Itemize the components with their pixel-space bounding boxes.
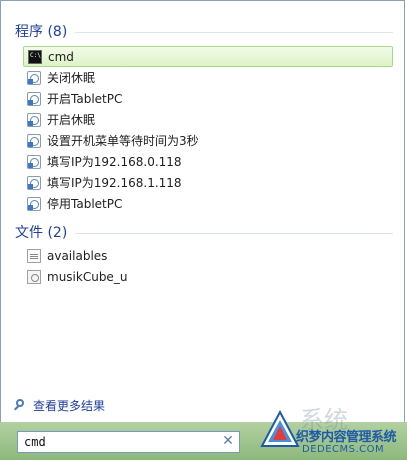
program-item-label: 开启休眠 — [47, 113, 96, 127]
search-icon — [13, 398, 27, 413]
files-title: 文件 (2) — [15, 225, 68, 241]
watermark-title: 织梦内容管理系统 — [296, 430, 397, 445]
program-item-enable-tabletpc[interactable]: 开启TabletPC — [23, 88, 393, 109]
shortcut-icon — [27, 112, 41, 127]
watermark-logo-icon — [260, 410, 300, 447]
file-item-musikcube[interactable]: musikCube_u — [23, 266, 393, 287]
file-item-label: availables — [47, 248, 108, 263]
watermark: 系统 织梦内容管理系统 DEDECMS.COM — [250, 400, 407, 460]
program-item-label: 设置开机菜单等待时间为3秒 — [47, 134, 199, 148]
program-item-boot-menu-wait[interactable]: 设置开机菜单等待时间为3秒 — [23, 130, 393, 151]
program-item-cmd[interactable]: cmd — [23, 46, 393, 67]
program-item-disable-tabletpc[interactable]: 停用TabletPC — [23, 193, 393, 214]
divider — [75, 31, 393, 33]
close-icon[interactable]: ✕ — [220, 433, 236, 449]
gear-file-icon — [27, 269, 41, 284]
file-icon — [27, 248, 41, 263]
program-item-label: 停用TabletPC — [47, 197, 123, 211]
shortcut-icon — [27, 175, 41, 190]
program-item-label: 关闭休眠 — [47, 71, 96, 85]
shortcut-icon — [27, 154, 41, 169]
program-item-label: 填写IP为192.168.1.118 — [47, 176, 182, 190]
see-more-label: 查看更多结果 — [33, 399, 106, 413]
shortcut-icon — [27, 70, 41, 85]
program-item-ip-1-118[interactable]: 填写IP为192.168.1.118 — [23, 172, 393, 193]
search-input[interactable] — [17, 431, 240, 453]
divider — [75, 232, 393, 234]
shortcut-icon — [27, 196, 41, 211]
group-header-files: 文件 (2) — [15, 222, 393, 242]
shortcut-icon — [27, 133, 41, 148]
cmd-icon — [28, 49, 42, 64]
program-item-label: 开启TabletPC — [47, 92, 123, 106]
group-header-programs: 程序 (8) — [15, 21, 393, 41]
start-menu-results-panel: 程序 (8) cmd 关闭休眠 开启TabletPC 开启休眠 设置开机菜单等待… — [0, 0, 405, 422]
program-item-disable-hibernate[interactable]: 关闭休眠 — [23, 67, 393, 88]
program-item-label: cmd — [48, 49, 74, 64]
program-item-enable-hibernate[interactable]: 开启休眠 — [23, 109, 393, 130]
see-more-results-link[interactable]: 查看更多结果 — [13, 397, 105, 414]
program-item-label: 填写IP为192.168.0.118 — [47, 155, 182, 169]
watermark-subtitle: DEDECMS.COM — [302, 444, 385, 455]
program-item-ip-0-118[interactable]: 填写IP为192.168.0.118 — [23, 151, 393, 172]
shortcut-icon — [27, 91, 41, 106]
file-item-label: musikCube_u — [47, 269, 128, 284]
programs-title: 程序 (8) — [15, 24, 68, 40]
file-item-availables[interactable]: availables — [23, 245, 393, 266]
